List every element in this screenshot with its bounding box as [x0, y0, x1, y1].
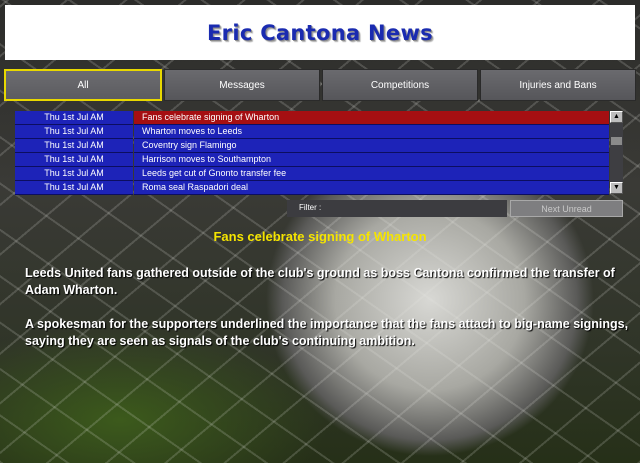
news-headline: Coventry sign Flamingo	[134, 139, 609, 153]
news-list: Thu 1st Jul AM Fans celebrate signing of…	[15, 111, 609, 195]
arrow-down-icon[interactable]: ▼	[610, 182, 623, 194]
news-headline: Roma seal Raspadori deal	[134, 181, 609, 195]
page-title: Eric Cantona News	[207, 20, 433, 45]
arrow-up-icon[interactable]: ▲	[610, 111, 623, 123]
title-bar: Eric Cantona News	[5, 5, 635, 60]
article-paragraph: Leeds United fans gathered outside of th…	[25, 266, 615, 297]
filter-panel[interactable]: Filter :	[287, 200, 507, 217]
news-date: Thu 1st Jul AM	[15, 139, 133, 153]
news-date: Thu 1st Jul AM	[15, 181, 133, 195]
news-row[interactable]: Thu 1st Jul AM Coventry sign Flamingo	[15, 139, 609, 153]
news-scrollbar[interactable]: ▲ ▼	[610, 111, 623, 194]
news-date: Thu 1st Jul AM	[15, 167, 133, 181]
news-headline: Harrison moves to Southampton	[134, 153, 609, 167]
filter-label: Filter :	[299, 203, 322, 212]
news-row[interactable]: Thu 1st Jul AM Fans celebrate signing of…	[15, 111, 609, 125]
article-title: Fans celebrate signing of Wharton	[213, 229, 427, 244]
article-body: Leeds United fans gathered outside of th…	[25, 265, 630, 367]
tab-all[interactable]: All	[4, 69, 162, 101]
tab-competitions[interactable]: Competitions	[322, 69, 478, 101]
tab-bar: All Messages Competitions Injuries and B…	[4, 69, 636, 103]
scroll-thumb[interactable]	[611, 137, 622, 145]
news-date: Thu 1st Jul AM	[15, 125, 133, 139]
news-row[interactable]: Thu 1st Jul AM Wharton moves to Leeds	[15, 125, 609, 139]
news-row[interactable]: Thu 1st Jul AM Harrison moves to Southam…	[15, 153, 609, 167]
news-row[interactable]: Thu 1st Jul AM Leeds get cut of Gnonto t…	[15, 167, 609, 181]
tab-injuries-and-bans[interactable]: Injuries and Bans	[480, 69, 636, 101]
next-unread-button[interactable]: Next Unread	[510, 200, 623, 217]
news-headline: Fans celebrate signing of Wharton	[134, 111, 609, 125]
article-paragraph: A spokesman for the supporters underline…	[25, 317, 629, 348]
news-date: Thu 1st Jul AM	[15, 111, 133, 125]
tab-messages[interactable]: Messages	[164, 69, 320, 101]
news-headline: Leeds get cut of Gnonto transfer fee	[134, 167, 609, 181]
news-headline: Wharton moves to Leeds	[134, 125, 609, 139]
news-date: Thu 1st Jul AM	[15, 153, 133, 167]
news-row[interactable]: Thu 1st Jul AM Roma seal Raspadori deal	[15, 181, 609, 195]
